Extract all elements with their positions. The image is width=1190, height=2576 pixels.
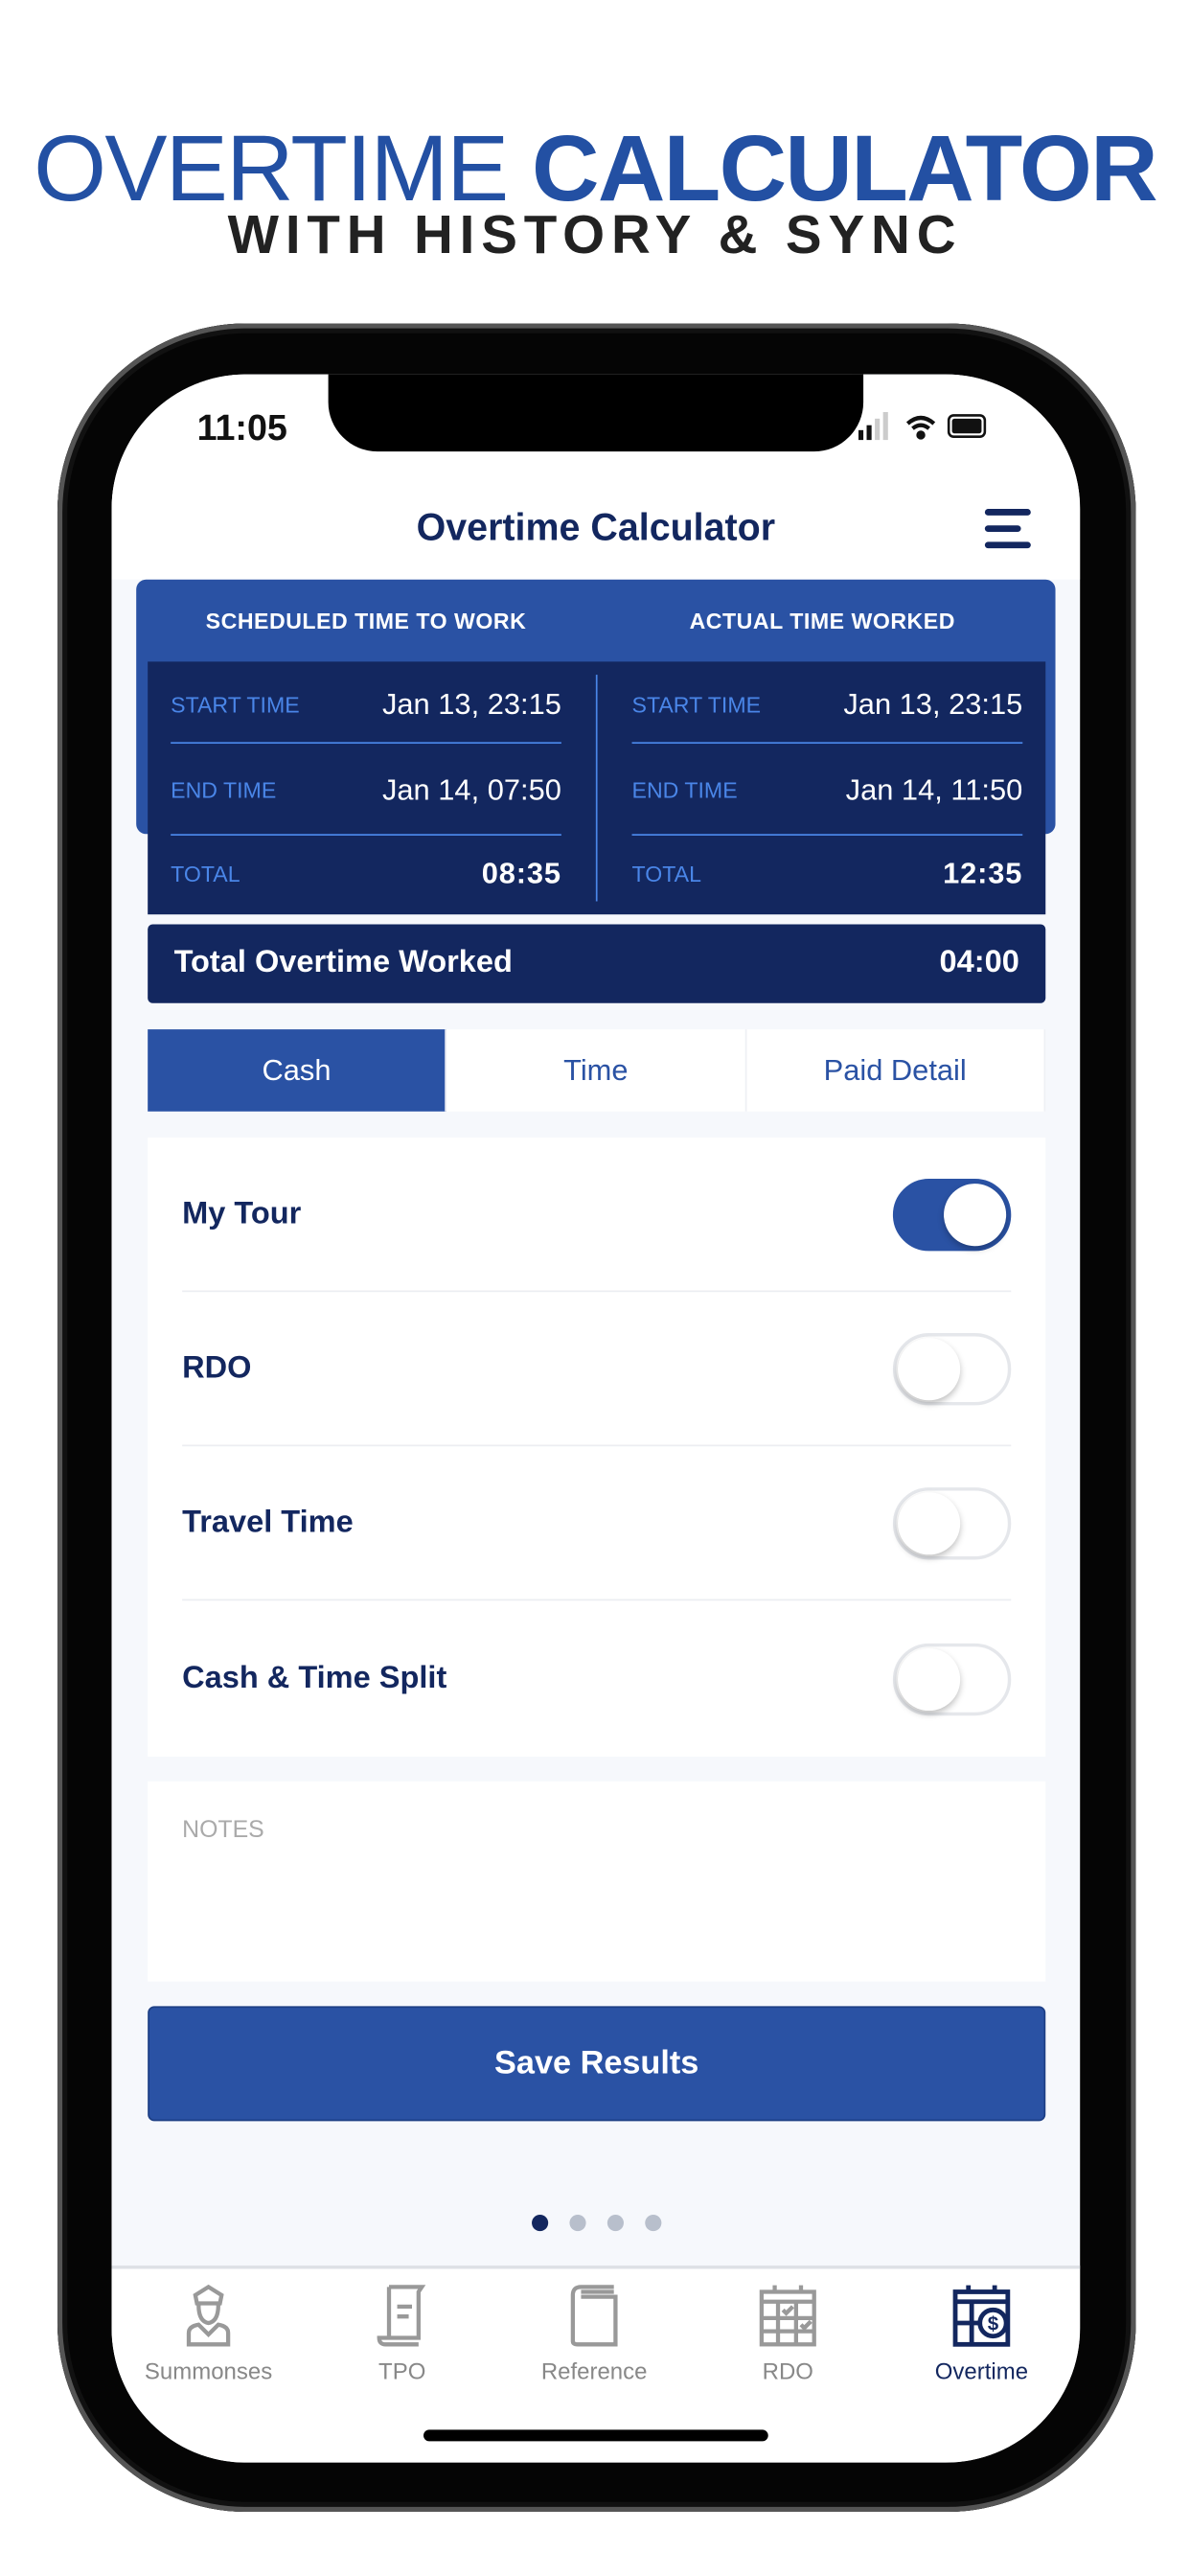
toggle-row-rdo: RDO <box>182 1292 1012 1447</box>
tab-label: TPO <box>378 2358 426 2384</box>
tab-time[interactable]: Time <box>447 1029 746 1112</box>
actual-heading: ACTUAL TIME WORKED <box>689 609 955 634</box>
tab-cash[interactable]: Cash <box>148 1029 447 1112</box>
notch <box>328 374 864 452</box>
divider <box>171 742 561 745</box>
actual-end-value: Jan 14, 11:50 <box>845 772 1023 806</box>
label: TOTAL <box>171 861 240 886</box>
page-dot-3[interactable] <box>606 2214 624 2232</box>
scheduled-start-row[interactable]: START TIME Jan 13, 23:15 <box>171 672 561 738</box>
divider <box>171 834 561 836</box>
label: END TIME <box>631 777 738 802</box>
officer-icon <box>186 2284 231 2347</box>
column-divider <box>595 675 598 902</box>
options-card: My Tour RDO Travel Time Cash & Time Spli… <box>148 1138 1046 1758</box>
divider <box>631 834 1023 836</box>
app-screen: 11:05 Overtime Calculator SCHEDULED TIME… <box>111 374 1081 2463</box>
scheduled-total-value: 08:35 <box>481 856 561 889</box>
page-dot-4[interactable] <box>645 2214 662 2232</box>
actual-end-row[interactable]: END TIME Jan 14, 11:50 <box>632 757 1023 823</box>
hamburger-menu-icon[interactable] <box>984 509 1031 549</box>
label: START TIME <box>631 692 762 717</box>
tabbar-rdo[interactable]: RDO <box>698 2282 878 2383</box>
time-panel: START TIME Jan 13, 23:15 END TIME Jan 14, … <box>148 661 1046 915</box>
save-results-button[interactable]: Save Results <box>148 2006 1046 2122</box>
tabbar-overtime[interactable]: $ Overtime <box>891 2282 1071 2383</box>
toggle-label: My Tour <box>182 1195 302 1230</box>
calendar-check-icon <box>759 2285 816 2347</box>
page-title: Overtime Calculator <box>416 505 776 549</box>
status-icons <box>858 411 987 441</box>
actual-total-value: 12:35 <box>943 856 1023 889</box>
status-time: 11:05 <box>196 406 287 448</box>
book-icon <box>570 2285 618 2347</box>
notes-input[interactable]: NOTES <box>148 1781 1046 1982</box>
travel-time-toggle[interactable] <box>892 1486 1012 1559</box>
toggle-label: RDO <box>182 1350 252 1385</box>
label: START TIME <box>171 692 300 717</box>
toggle-row-travel-time: Travel Time <box>182 1446 1012 1601</box>
toggle-row-my-tour: My Tour <box>182 1138 1012 1293</box>
tab-label: Reference <box>540 2358 648 2384</box>
wifi-icon <box>905 415 936 440</box>
overtime-label: Total Overtime Worked <box>173 945 513 980</box>
tab-label: Summonses <box>144 2358 273 2384</box>
overtime-value: 04:00 <box>939 945 1019 980</box>
total-overtime-bar: Total Overtime Worked 04:00 <box>148 924 1046 1003</box>
cash-time-split-toggle[interactable] <box>892 1643 1012 1716</box>
toggle-row-cash-time-split: Cash & Time Split <box>182 1602 1012 1757</box>
page-dot-2[interactable] <box>569 2214 586 2232</box>
svg-text:$: $ <box>988 2313 999 2335</box>
scheduled-end-value: Jan 14, 07:50 <box>381 772 561 806</box>
label: TOTAL <box>631 861 701 886</box>
signal-icon <box>858 411 888 441</box>
toggle-label: Cash & Time Split <box>182 1661 447 1696</box>
toggle-label: Travel Time <box>182 1505 354 1540</box>
tab-label: Overtime <box>934 2358 1029 2384</box>
label: END TIME <box>171 777 277 802</box>
page-dot-1[interactable] <box>532 2214 549 2232</box>
tabbar-tpo[interactable]: TPO <box>311 2282 492 2383</box>
tabbar-reference[interactable]: Reference <box>504 2282 684 2383</box>
promo-subtitle: WITH HISTORY & SYNC <box>227 203 963 264</box>
tab-paid-detail[interactable]: Paid Detail <box>746 1029 1046 1112</box>
rdo-toggle[interactable] <box>892 1332 1012 1405</box>
scheduled-total-row: TOTAL 08:35 <box>171 840 561 907</box>
calendar-dollar-icon: $ <box>952 2285 1011 2347</box>
scheduled-start-value: Jan 13, 23:15 <box>381 686 561 721</box>
actual-total-row: TOTAL 12:35 <box>632 840 1023 907</box>
tab-label: RDO <box>762 2358 813 2384</box>
scroll-icon <box>377 2285 426 2347</box>
my-tour-toggle[interactable] <box>892 1178 1012 1251</box>
actual-start-value: Jan 13, 23:15 <box>843 686 1023 721</box>
actual-start-row[interactable]: START TIME Jan 13, 23:15 <box>632 672 1023 738</box>
home-indicator[interactable] <box>423 2429 768 2442</box>
tabbar-summonses[interactable]: Summonses <box>118 2282 298 2383</box>
segment-tabs: Cash Time Paid Detail <box>148 1029 1046 1112</box>
divider <box>631 742 1023 745</box>
scheduled-end-row[interactable]: END TIME Jan 14, 07:50 <box>171 757 561 823</box>
battery-icon <box>947 414 987 438</box>
scheduled-heading: SCHEDULED TIME TO WORK <box>205 609 527 634</box>
